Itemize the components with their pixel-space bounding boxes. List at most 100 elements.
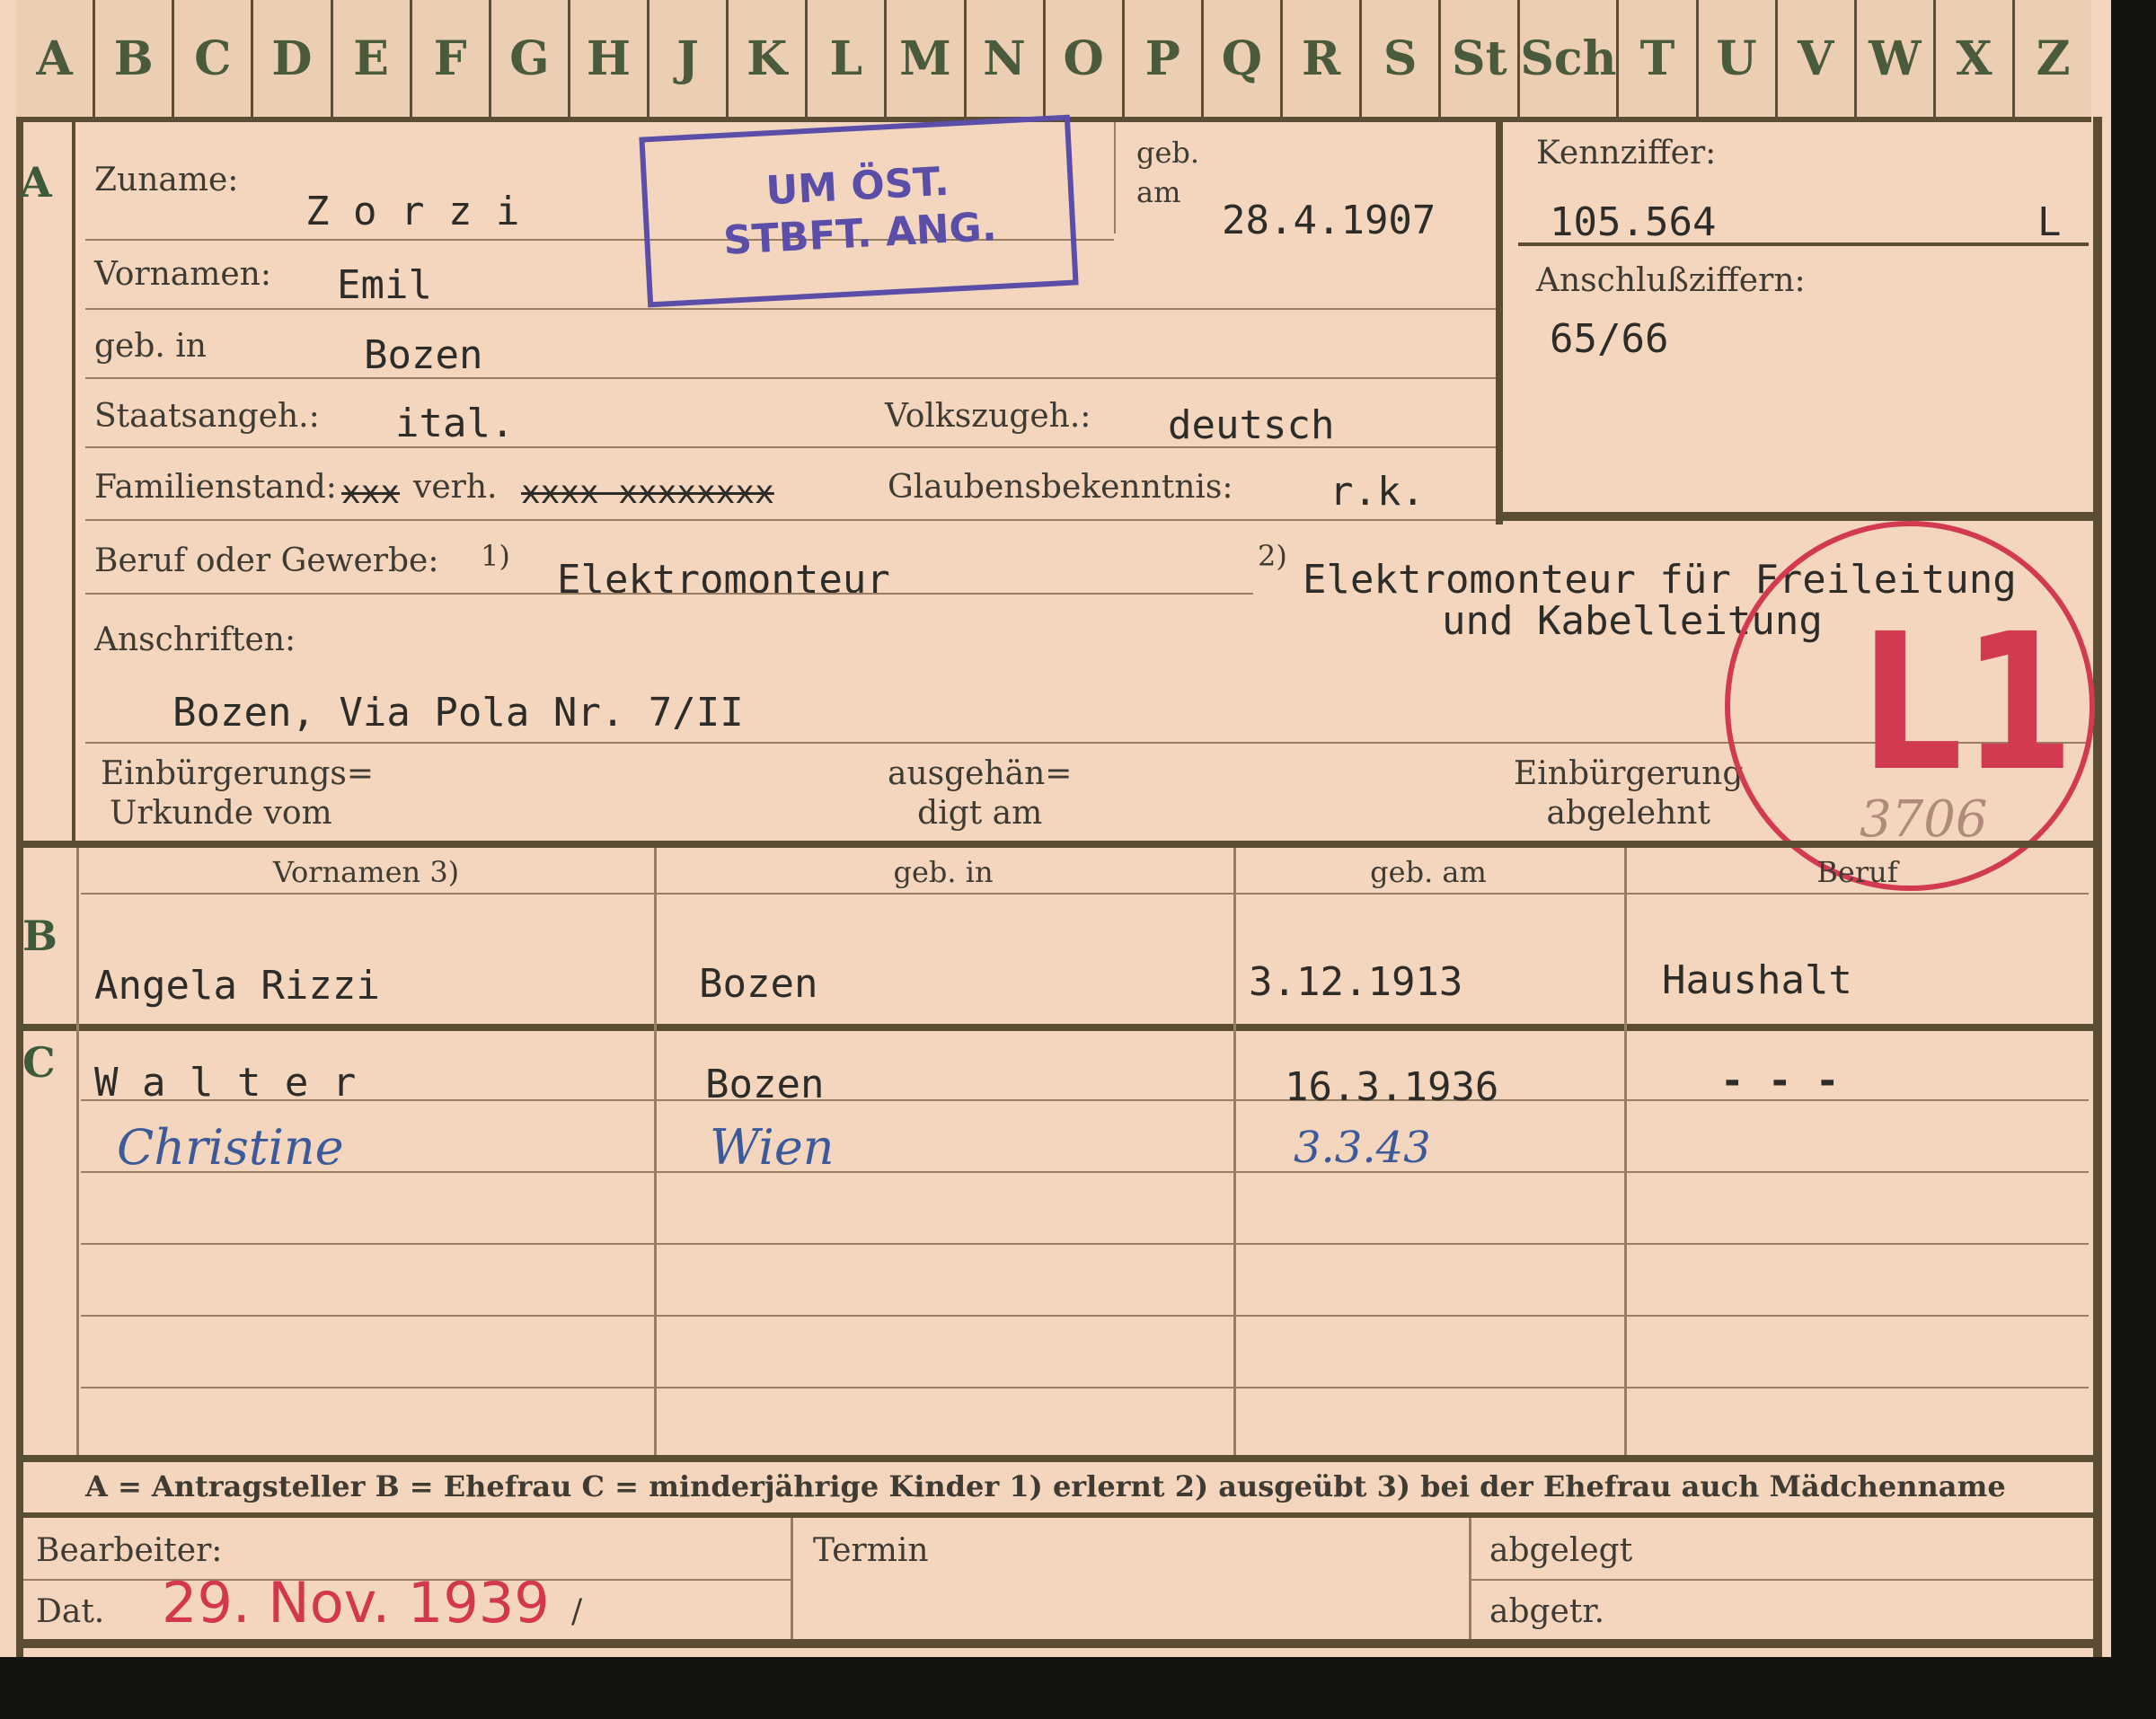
section-b-top-border bbox=[16, 841, 2093, 848]
index-tab-z: Z bbox=[2036, 31, 2071, 86]
child-2-birthdate: 3.3.43 bbox=[1294, 1123, 1431, 1173]
beruf-label: Beruf oder Gewerbe: bbox=[94, 542, 439, 579]
legend-bottom-border bbox=[16, 1512, 2093, 1518]
familienstand-struck-1: xxx bbox=[341, 474, 401, 511]
child-2-name: Christine bbox=[117, 1119, 344, 1176]
kennziffer-suffix: L bbox=[2037, 199, 2062, 245]
volkszugeh-label: Volkszugeh.: bbox=[885, 398, 1091, 435]
beruf-note-1: 1) bbox=[481, 539, 510, 573]
index-tab-p: P bbox=[1125, 0, 1204, 117]
abgelegt-label: abgelegt bbox=[1489, 1532, 1633, 1569]
date-stamp: 29. Nov. 1939 bbox=[162, 1570, 550, 1635]
col-header-beruf: Beruf bbox=[1816, 855, 1898, 889]
index-tab-a: A bbox=[16, 0, 96, 117]
official-stamp-box: UM ÖST. STBFT. ANG. bbox=[639, 114, 1079, 308]
familienstand-label: Familienstand: bbox=[94, 469, 337, 506]
index-tab-x: X bbox=[1936, 0, 2016, 117]
registration-card: A B C D E F G H J K L M N O P Q R S St Sch T U V W X Z A Zuname: … bbox=[0, 0, 2111, 1657]
index-tab-st: St bbox=[1441, 0, 1521, 117]
stamp-line-2: STBFT. ANG. bbox=[722, 204, 998, 264]
index-tab-k: K bbox=[729, 0, 808, 117]
col-header-geb-in: geb. in bbox=[893, 855, 994, 889]
anschluss-label: Anschlußziffern: bbox=[1536, 262, 1806, 299]
legend-top-border bbox=[16, 1455, 2093, 1462]
geb-am-label: geb. am bbox=[1136, 136, 1200, 209]
legend-text: A = Antragsteller B = Ehefrau C = minder… bbox=[85, 1469, 2006, 1503]
child-1-birthplace: Bozen bbox=[705, 1062, 825, 1107]
dat-slash: / bbox=[571, 1593, 583, 1630]
ausgehaendigt-label: ausgehän= digt am bbox=[888, 755, 1073, 832]
kennziffer-underline bbox=[1518, 242, 2089, 246]
index-tab-j: J bbox=[649, 0, 729, 117]
child-2-birthplace: Wien bbox=[710, 1119, 835, 1176]
index-tab-s: S bbox=[1362, 0, 1442, 117]
alphabet-index-strip: A B C D E F G H J K L M N O P Q R S St Sch T U V W X Z bbox=[16, 0, 2091, 117]
card-bottom-border bbox=[16, 1639, 2102, 1648]
index-tab-r: R bbox=[1283, 0, 1363, 117]
section-b-letter: B bbox=[22, 912, 57, 960]
index-tab-u: U bbox=[1699, 0, 1778, 117]
beruf-note-2: 2) bbox=[1258, 539, 1287, 573]
vornamen-label: Vornamen: bbox=[94, 256, 271, 293]
index-tab-c: C bbox=[174, 0, 254, 117]
bearbeiter-label: Bearbeiter: bbox=[36, 1532, 223, 1569]
index-tab-o: O bbox=[1046, 0, 1125, 117]
dat-label: Dat. bbox=[36, 1593, 105, 1630]
zuname-label: Zuname: bbox=[94, 162, 239, 198]
index-tab-m: M bbox=[887, 0, 967, 117]
termin-label: Termin bbox=[813, 1532, 929, 1569]
col-header-vornamen: Vornamen 3) bbox=[272, 855, 460, 889]
anschluss-value: 65/66 bbox=[1550, 316, 1669, 362]
familienstand-struck-2: xxxx xxxxxxxx bbox=[521, 474, 774, 511]
index-tab-b: B bbox=[95, 0, 175, 117]
volkszugeh-value: deutsch bbox=[1168, 402, 1335, 448]
frame-inner-left bbox=[72, 122, 75, 841]
index-tab-t: T bbox=[1619, 0, 1699, 117]
index-tab-g: G bbox=[491, 0, 570, 117]
anschrift-value: Bozen, Via Pola Nr. 7/II bbox=[172, 690, 744, 736]
index-tab-f: F bbox=[412, 0, 491, 117]
frame-right bbox=[2093, 117, 2102, 1657]
frame-left bbox=[16, 117, 23, 1657]
index-tab-w: W bbox=[1857, 0, 1936, 117]
index-tab-h: H bbox=[570, 0, 649, 117]
beruf-erlernt: Elektromonteur bbox=[557, 557, 890, 603]
kennziffer-value: 105.564 bbox=[1550, 199, 1717, 245]
kennziffer-border-bottom bbox=[1496, 512, 2093, 521]
geb-in-value: Bozen bbox=[364, 332, 483, 378]
vornamen-value: Emil bbox=[337, 262, 432, 308]
spouse-birthplace: Bozen bbox=[699, 961, 818, 1007]
index-tab-sch: Sch bbox=[1520, 0, 1620, 117]
col-header-geb-am: geb. am bbox=[1370, 855, 1487, 889]
index-tab-l: L bbox=[808, 0, 888, 117]
geb-in-label: geb. in bbox=[94, 328, 207, 365]
section-a-letter: A bbox=[20, 158, 52, 207]
index-tab-e: E bbox=[333, 0, 412, 117]
index-tab-n: N bbox=[967, 0, 1046, 117]
zuname-value: Z o r z i bbox=[305, 189, 520, 234]
staatsangeh-value: ital. bbox=[395, 401, 515, 446]
index-tab-v: V bbox=[1778, 0, 1857, 117]
urkunde-label: Einbürgerungs= Urkunde vom bbox=[101, 755, 375, 832]
spouse-birthdate: 3.12.1913 bbox=[1249, 959, 1463, 1005]
familienstand-value: verh. bbox=[413, 469, 498, 506]
l1-stamp-text: L1 bbox=[1860, 593, 2074, 813]
abgetr-label: abgetr. bbox=[1489, 1593, 1605, 1630]
index-tab-d: D bbox=[253, 0, 333, 117]
kennziffer-label: Kennziffer: bbox=[1536, 135, 1717, 172]
child-1-name: W a l t e r bbox=[94, 1060, 357, 1106]
spouse-name: Angela Rizzi bbox=[94, 963, 380, 1009]
section-c-letter: C bbox=[22, 1038, 56, 1087]
child-1-beruf: - - - bbox=[1720, 1058, 1840, 1104]
spouse-beruf: Haushalt bbox=[1662, 957, 1852, 1003]
index-tab-q: Q bbox=[1204, 0, 1283, 117]
kennziffer-border-left bbox=[1496, 122, 1503, 525]
anschriften-label: Anschriften: bbox=[94, 621, 296, 658]
child-1-birthdate: 16.3.1936 bbox=[1285, 1064, 1499, 1110]
glaubensbekenntnis-label: Glaubensbekenntnis: bbox=[888, 469, 1233, 506]
geb-am-value: 28.4.1907 bbox=[1222, 198, 1436, 243]
section-c-top-border bbox=[16, 1024, 2093, 1031]
staatsangeh-label: Staatsangeh.: bbox=[94, 398, 320, 435]
abgelehnt-label: Einbürgerung abgelehnt bbox=[1514, 755, 1744, 832]
glaubensbekenntnis-value: r.k. bbox=[1330, 469, 1425, 515]
